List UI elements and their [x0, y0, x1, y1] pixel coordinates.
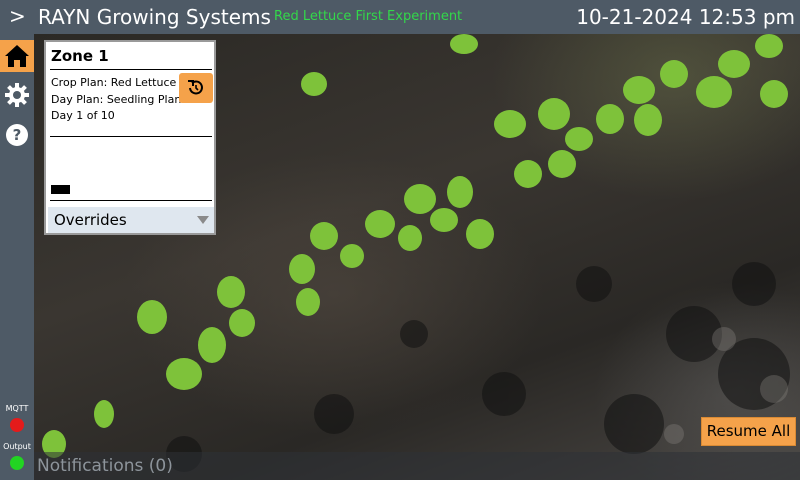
restart-button[interactable] — [179, 73, 213, 103]
top-bar: > RAYN Growing Systems Red Lettuce First… — [0, 0, 800, 34]
sidebar-item-settings[interactable] — [5, 83, 29, 107]
divider — [50, 200, 212, 201]
sidebar: ? MQTT Output — [0, 34, 34, 480]
divider — [50, 136, 212, 137]
help-icon: ? — [6, 124, 28, 146]
overrides-label: Overrides — [54, 211, 127, 229]
home-icon — [5, 45, 29, 67]
chevron-down-icon — [197, 216, 209, 224]
expand-menu-button[interactable]: > — [9, 4, 26, 28]
light-level-bar — [51, 185, 70, 194]
day-progress: Day 1 of 10 — [51, 109, 115, 122]
current-datetime: 10-21-2024 12:53 pm — [576, 5, 795, 29]
gear-icon — [5, 83, 29, 107]
app-title: RAYN Growing Systems — [38, 5, 271, 29]
crop-plan: Crop Plan: Red Lettuce T — [51, 76, 181, 89]
sidebar-item-home[interactable] — [0, 40, 34, 72]
output-label: Output — [3, 442, 31, 451]
overrides-dropdown[interactable]: Overrides — [48, 207, 214, 233]
notifications-bar[interactable]: Notifications (0) — [34, 452, 800, 480]
restart-icon — [188, 80, 203, 95]
svg-text:?: ? — [13, 126, 22, 144]
resume-all-button[interactable]: Resume All — [701, 417, 796, 446]
output-status-indicator — [10, 456, 24, 470]
sidebar-item-help[interactable]: ? — [5, 123, 29, 147]
zone-card[interactable]: Zone 1 Crop Plan: Red Lettuce T Day Plan… — [44, 40, 216, 235]
zone-title: Zone 1 — [51, 47, 109, 65]
notifications-label: Notifications (0) — [37, 456, 173, 476]
experiment-name[interactable]: Red Lettuce First Experiment — [274, 9, 462, 25]
day-plan: Day Plan: Seedling Plan — [51, 93, 181, 106]
mqtt-status-indicator — [10, 418, 24, 432]
mqtt-label: MQTT — [5, 404, 29, 413]
divider — [50, 69, 212, 70]
